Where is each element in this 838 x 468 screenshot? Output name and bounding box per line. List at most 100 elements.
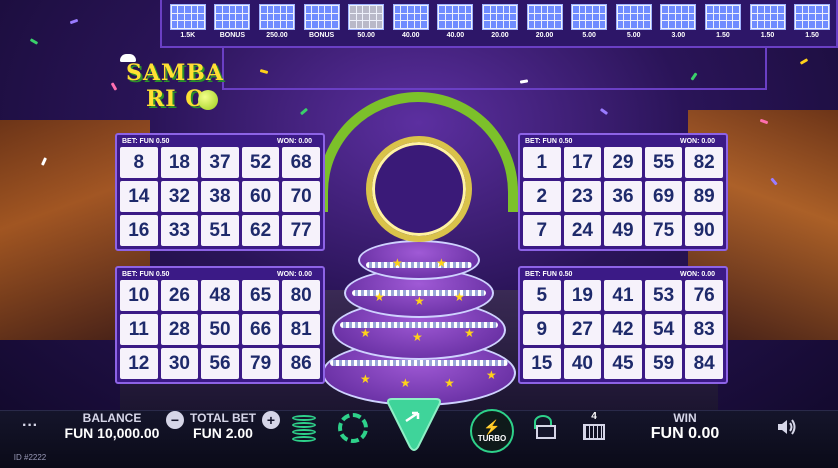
card-won: WON: 0.00 — [679, 138, 715, 145]
card-number: 90 — [685, 215, 723, 246]
pattern-icon — [749, 4, 786, 30]
increase-bet-button[interactable]: + — [262, 411, 280, 429]
card-number: 86 — [282, 348, 320, 379]
paytable-prize: 1.50 — [805, 32, 819, 39]
total-bet-display: TOTAL BET FUN 2.00 — [188, 411, 258, 441]
star-icon: ★ — [436, 256, 447, 270]
paytable-prize: 20.00 — [491, 32, 509, 39]
paytable-entry: 40.00 — [436, 4, 476, 46]
confetti — [69, 18, 79, 25]
star-icon: ★ — [444, 376, 455, 390]
turbo-label: TURBO — [477, 433, 507, 443]
card-won: WON: 0.00 — [276, 138, 312, 145]
paytable-prize: BONUS — [219, 32, 246, 39]
card-number: 59 — [644, 348, 683, 379]
card-header: BET: FUN 0.50 WON: 0.00 — [523, 138, 723, 147]
card-number: 18 — [160, 147, 199, 178]
card-grid: 5 19 41 53 76 9 27 42 54 83 15 40 45 59 84 — [523, 280, 723, 379]
card-number: 16 — [120, 215, 158, 246]
play-button[interactable] — [384, 393, 444, 455]
card-count-selector[interactable]: 4 — [580, 411, 608, 445]
sound-icon[interactable] — [776, 417, 798, 437]
card-number: 56 — [201, 348, 239, 379]
card-number: 41 — [604, 280, 642, 311]
star-icon: ★ — [392, 256, 403, 270]
bingo-card-3[interactable]: BET: FUN 0.50 WON: 0.00 10 26 48 65 80 11 28 50 66… — [115, 266, 325, 384]
star-icon: ★ — [374, 290, 385, 304]
paytable-entry: 3.00 — [659, 4, 699, 46]
paytable-entry: 1.50 — [792, 4, 832, 46]
paytable-prize: BONUS — [308, 32, 335, 39]
logo-text-line2: RI O — [146, 86, 206, 112]
pattern-icon — [392, 4, 429, 30]
paytable-entry: 50.00 — [346, 4, 386, 46]
game-logo: SAMBA RI O — [118, 52, 228, 122]
autoplay-icon[interactable] — [338, 413, 368, 443]
paytable-entry: 1.5K — [168, 4, 208, 46]
card-number: 49 — [604, 215, 642, 246]
paytable-entry: 5.00 — [569, 4, 609, 46]
card-number: 10 — [120, 280, 158, 311]
swap-cards-icon[interactable] — [532, 415, 558, 443]
balance-display: BALANCE FUN 10,000.00 — [62, 411, 162, 441]
star-icon: ★ — [454, 290, 465, 304]
bingo-card-1[interactable]: BET: FUN 0.50 WON: 0.00 8 18 37 52 68 14 32 38 60 7… — [115, 133, 325, 251]
paytable-prize: 250.00 — [266, 32, 288, 39]
confetti — [29, 38, 39, 45]
pattern-icon — [571, 4, 608, 30]
card-number: 83 — [685, 314, 723, 345]
game-scene: 1.5K BONUS 250.00 BONUS 50.00 40.00 40.00 20.00… — [0, 0, 838, 410]
card-grid-icon — [583, 424, 605, 440]
pattern-icon — [660, 4, 697, 30]
menu-icon[interactable]: ··· — [22, 417, 38, 435]
card-bet: BET: FUN 0.50 — [122, 271, 170, 278]
pattern-icon — [704, 4, 741, 30]
card-number: 76 — [685, 280, 723, 311]
card-number: 27 — [563, 314, 602, 345]
star-icon: ★ — [464, 326, 475, 340]
card-number: 24 — [563, 215, 602, 246]
card-number: 62 — [241, 215, 280, 246]
card-number: 81 — [282, 314, 320, 345]
card-number: 70 — [282, 181, 320, 212]
paytable-prize: 3.00 — [671, 32, 686, 39]
card-number: 1 — [523, 147, 561, 178]
card-number: 7 — [523, 215, 561, 246]
card-number: 50 — [201, 314, 239, 345]
paytable-entry: 5.00 — [614, 4, 654, 46]
coin-stack-icon[interactable] — [292, 415, 316, 443]
paytable-entry: 250.00 — [257, 4, 297, 46]
pattern-icon — [214, 4, 251, 30]
paytable-entry: BONUS — [213, 4, 253, 46]
card-number: 48 — [201, 280, 239, 311]
card-bet: BET: FUN 0.50 — [525, 138, 573, 145]
bingo-card-2[interactable]: BET: FUN 0.50 WON: 0.00 1 17 29 55 82 2 23 36 69 89… — [518, 133, 728, 251]
paytable-entry: 1.50 — [703, 4, 743, 46]
turbo-button[interactable]: ⚡ TURBO — [470, 409, 514, 453]
paytable-prize: 1.50 — [760, 32, 775, 39]
balance-value: FUN 10,000.00 — [64, 425, 160, 441]
pattern-icon — [348, 4, 385, 30]
card-grid: 8 18 37 52 68 14 32 38 60 70 16 33 51 62 77 — [120, 147, 320, 246]
logo-text-line1: SAMBA — [126, 60, 224, 86]
card-number: 45 — [604, 348, 642, 379]
pattern-icon — [615, 4, 652, 30]
card-number: 66 — [241, 314, 280, 345]
card-number: 2 — [523, 181, 561, 212]
decrease-bet-button[interactable]: − — [166, 411, 184, 429]
card-header: BET: FUN 0.50 WON: 0.00 — [120, 271, 320, 280]
card-number: 33 — [160, 215, 199, 246]
card-number: 68 — [282, 147, 320, 178]
card-number: 65 — [241, 280, 280, 311]
paytable-prize: 40.00 — [402, 32, 420, 39]
total-bet-label: TOTAL BET — [190, 411, 256, 425]
paytable-prize: 1.50 — [716, 32, 730, 39]
bingo-card-4[interactable]: BET: FUN 0.50 WON: 0.00 5 19 41 53 76 9 27 42 54 83… — [518, 266, 728, 384]
card-number: 75 — [644, 215, 683, 246]
paytable-entry: BONUS — [302, 4, 342, 46]
card-number: 42 — [604, 314, 642, 345]
card-number: 26 — [160, 280, 199, 311]
star-icon: ★ — [414, 294, 425, 308]
pattern-icon — [303, 4, 340, 30]
pattern-icon — [437, 4, 474, 30]
